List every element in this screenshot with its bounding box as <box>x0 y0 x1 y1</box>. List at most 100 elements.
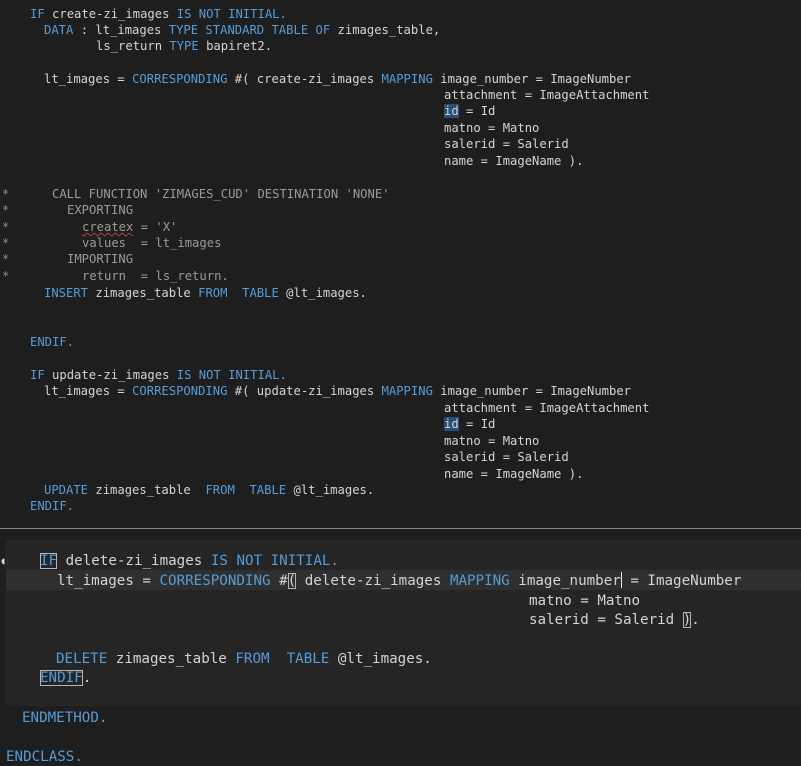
code-line[interactable]: attachment = ImageAttachment <box>444 400 649 416</box>
editor-split-divider <box>0 528 801 529</box>
code-line[interactable]: ENDIF. <box>30 498 74 514</box>
code-keyword: CORRESPONDING <box>132 72 235 86</box>
code-keyword: FROM TABLE <box>205 483 294 497</box>
code-line[interactable]: id = Id <box>444 103 495 119</box>
code-line[interactable]: matno = Matno <box>529 592 640 610</box>
gutter-marker: ◖ <box>0 556 7 567</box>
code-line[interactable]: IF update-zi_images IS NOT INITIAL. <box>30 367 287 383</box>
code-token: = Id <box>458 417 496 431</box>
code-line[interactable]: salerid = Salerid <box>444 449 569 465</box>
code-token: @lt_images. <box>293 483 375 497</box>
code-keyword: IF <box>30 368 53 382</box>
code-comment: createx <box>82 220 134 234</box>
code-line[interactable]: name = ImageName ). <box>444 153 583 169</box>
code-keyword: FROM TABLE <box>198 286 287 300</box>
code-line[interactable]: ENDIF. <box>30 334 74 350</box>
code-keyword: ENDMETHOD. <box>22 710 108 726</box>
code-token: matno = Matno <box>444 121 540 135</box>
code-comment: IMPORTING <box>67 252 134 266</box>
code-token: #( create-zi_images <box>234 72 382 86</box>
code-comment: return = ls_return. <box>82 269 229 283</box>
code-token: matno = Matno <box>529 593 641 609</box>
bracket-match: ENDIF <box>40 670 83 686</box>
code-line[interactable]: salerid = Salerid ). <box>529 611 700 629</box>
code-comment: EXPORTING <box>67 203 134 217</box>
code-token: zimages_table, <box>337 23 441 37</box>
code-keyword: UPDATE <box>44 483 96 497</box>
code-line[interactable]: IMPORTING <box>67 251 133 267</box>
comment-marker: * <box>2 220 10 234</box>
comment-marker: * <box>2 236 10 250</box>
code-line[interactable]: ls_return TYPE bapiret2. <box>96 38 272 54</box>
code-keyword: MAPPING <box>449 573 519 589</box>
code-keyword: IF <box>30 7 53 21</box>
code-token: lt_images = <box>44 72 133 86</box>
bracket-match: IF <box>40 553 58 569</box>
code-token: lt_images = <box>44 384 133 398</box>
code-line[interactable]: lt_images = CORRESPONDING #( update-zi_i… <box>44 383 631 399</box>
code-line[interactable]: DELETE zimages_table FROM TABLE @lt_imag… <box>56 650 432 668</box>
code-line[interactable]: return = ls_return. <box>82 268 229 284</box>
code-token: = Id <box>458 104 496 118</box>
code-comment: = 'X' <box>133 220 178 234</box>
code-token: #( update-zi_images <box>234 384 382 398</box>
code-comment: CALL FUNCTION 'ZIMAGES_CUD' DESTINATION … <box>52 187 390 201</box>
code-line[interactable]: salerid = Salerid <box>444 136 569 152</box>
code-token: salerid = Salerid <box>529 612 683 628</box>
code-line[interactable]: lt_images = CORRESPONDING #( create-zi_i… <box>44 71 631 87</box>
code-token: lt_images = <box>57 573 160 589</box>
code-line[interactable]: name = ImageName ). <box>444 466 583 482</box>
comment-marker: * <box>2 269 10 283</box>
code-token: = ImageNumber <box>621 573 742 589</box>
code-line[interactable]: createx = 'X' <box>82 219 177 235</box>
code-line[interactable]: CALL FUNCTION 'ZIMAGES_CUD' DESTINATION … <box>52 186 390 202</box>
code-line[interactable]: IF delete-zi_images IS NOT INITIAL. <box>40 552 339 570</box>
bracket-match: ) <box>682 612 692 628</box>
code-token: update-zi_images <box>52 368 177 382</box>
code-keyword: CORRESPONDING <box>132 384 235 398</box>
code-keyword: TYPE <box>169 39 207 53</box>
code-token: name = ImageName ). <box>444 467 584 481</box>
code-keyword: DELETE <box>56 651 116 667</box>
code-token: salerid = Salerid <box>444 450 569 464</box>
code-token: attachment = ImageAttachment <box>444 88 650 102</box>
code-line[interactable]: INSERT zimages_table FROM TABLE @lt_imag… <box>44 285 367 301</box>
code-keyword: IS NOT INITIAL. <box>210 553 339 569</box>
comment-marker: * <box>2 252 10 266</box>
code-token: ls_return <box>96 39 170 53</box>
code-token: id <box>444 104 459 118</box>
code-token: zimages_table <box>95 286 199 300</box>
code-line[interactable]: IF create-zi_images IS NOT INITIAL. <box>30 6 287 22</box>
code-line[interactable]: id = Id <box>444 416 495 432</box>
code-token: image_number = ImageNumber <box>440 384 632 398</box>
code-keyword: DATA <box>44 23 81 37</box>
code-keyword: IS NOT INITIAL. <box>176 7 287 21</box>
code-token: # <box>279 573 288 589</box>
code-token: . <box>82 670 92 686</box>
code-keyword: TYPE STANDARD TABLE OF <box>168 23 338 37</box>
code-token: salerid = Salerid <box>444 137 569 151</box>
code-token: matno = Matno <box>444 434 540 448</box>
code-line[interactable]: values = lt_images <box>82 235 221 251</box>
comment-marker: * <box>2 203 10 217</box>
code-line[interactable]: matno = Matno <box>444 433 539 449</box>
code-keyword: IS NOT INITIAL. <box>176 368 287 382</box>
code-token: delete-zi_images <box>57 553 211 569</box>
code-line[interactable]: EXPORTING <box>67 202 133 218</box>
code-line[interactable]: UPDATE zimages_table FROM TABLE @lt_imag… <box>44 482 374 498</box>
code-line[interactable]: matno = Matno <box>444 120 539 136</box>
code-line[interactable]: DATA : lt_images TYPE STANDARD TABLE OF … <box>44 22 440 38</box>
code-token: @lt_images. <box>286 286 367 300</box>
code-token: delete-zi_images <box>296 573 450 589</box>
code-line[interactable]: ENDIF. <box>40 669 91 687</box>
comment-marker: * <box>2 187 10 201</box>
code-line[interactable]: lt_images = CORRESPONDING #( delete-zi_i… <box>57 572 741 590</box>
code-line[interactable]: attachment = ImageAttachment <box>444 87 649 103</box>
code-token: image_number <box>518 573 621 589</box>
code-line[interactable]: ENDMETHOD. <box>22 709 107 727</box>
code-token: @lt_images. <box>337 651 432 667</box>
code-comment: values = lt_images <box>82 236 222 250</box>
code-line[interactable]: ENDCLASS. <box>6 748 83 766</box>
code-token: image_number = ImageNumber <box>440 72 632 86</box>
code-keyword: MAPPING <box>381 72 441 86</box>
